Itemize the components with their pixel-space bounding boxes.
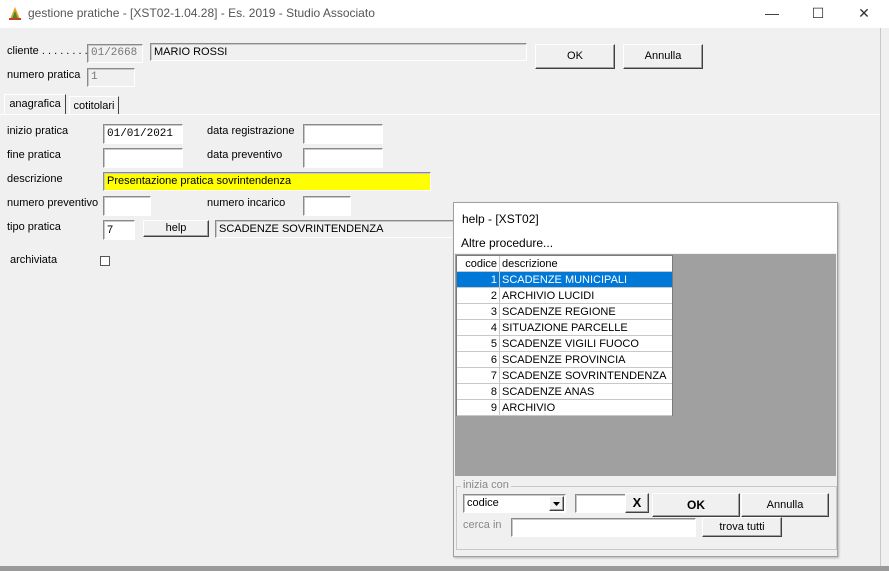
- tab-cotitolari[interactable]: cotitolari: [69, 96, 119, 114]
- title-bar: gestione pratiche - [XST02-1.04.28] - Es…: [0, 0, 889, 28]
- table-row[interactable]: 4 SITUAZIONE PARCELLE: [457, 319, 672, 336]
- help-button[interactable]: help: [143, 220, 209, 237]
- table-row[interactable]: 3 SCADENZE REGIONE: [457, 303, 672, 320]
- data-preventivo-field[interactable]: [303, 148, 383, 168]
- descrizione-field[interactable]: Presentazione pratica sovrintendenza: [103, 172, 431, 191]
- table-row[interactable]: 2 ARCHIVIO LUCIDI: [457, 287, 672, 304]
- dialog-ok-button[interactable]: OK: [652, 493, 740, 517]
- cell-descrizione[interactable]: SCADENZE PROVINCIA: [499, 351, 672, 368]
- cell-descrizione[interactable]: ARCHIVIO: [499, 399, 672, 416]
- cell-codice[interactable]: 4: [457, 319, 500, 336]
- search-input[interactable]: [575, 494, 627, 513]
- cerca-in-label: cerca in: [463, 519, 502, 531]
- window-title: gestione pratiche - [XST02-1.04.28] - Es…: [28, 6, 375, 20]
- app-icon: [9, 7, 21, 20]
- column-header-codice[interactable]: codice: [457, 256, 500, 272]
- tipo-pratica-label: tipo pratica: [7, 221, 61, 233]
- select-dropdown-button[interactable]: [549, 496, 564, 511]
- cell-codice[interactable]: 9: [457, 399, 500, 416]
- numero-incarico-label: numero incarico: [207, 197, 286, 209]
- table-row[interactable]: 9 ARCHIVIO: [457, 399, 672, 416]
- cell-descrizione[interactable]: SCADENZE REGIONE: [499, 303, 672, 320]
- cell-descrizione[interactable]: SCADENZE ANAS: [499, 383, 672, 400]
- cell-descrizione[interactable]: ARCHIVIO LUCIDI: [499, 287, 672, 304]
- numero-preventivo-field[interactable]: [103, 196, 151, 216]
- tipo-pratica-field[interactable]: 7: [103, 220, 135, 240]
- ok-button[interactable]: OK: [535, 44, 615, 69]
- help-dialog-subtitle: Altre procedure...: [461, 236, 554, 250]
- inizia-con-label: inizia con: [461, 479, 511, 491]
- numero-incarico-field[interactable]: [303, 196, 351, 216]
- numero-preventivo-label: numero preventivo: [7, 197, 99, 209]
- help-dialog-header: help - [XST02] Altre procedure...: [454, 203, 837, 253]
- table-row[interactable]: 6 SCADENZE PROVINCIA: [457, 351, 672, 368]
- cell-codice[interactable]: 6: [457, 351, 500, 368]
- inizio-pratica-field[interactable]: 01/01/2021: [103, 124, 183, 144]
- window-bottom-edge: [0, 566, 889, 571]
- table-header-row: codice descrizione: [457, 256, 672, 272]
- numero-pratica-label: numero pratica: [7, 69, 81, 81]
- close-icon: ✕: [858, 5, 870, 21]
- cliente-label: cliente . . . . . . . .: [7, 45, 88, 57]
- fine-pratica-field[interactable]: [103, 148, 183, 168]
- search-field-select[interactable]: codice: [463, 494, 566, 513]
- data-registrazione-field[interactable]: [303, 124, 383, 144]
- tab-anagrafica[interactable]: anagrafica: [4, 94, 66, 114]
- numero-pratica-field[interactable]: 1: [87, 68, 135, 87]
- help-dialog: help - [XST02] Altre procedure... codice…: [453, 202, 838, 557]
- inizio-pratica-label: inizio pratica: [7, 125, 69, 137]
- cell-descrizione[interactable]: SCADENZE SOVRINTENDENZA: [499, 367, 672, 384]
- cell-descrizione[interactable]: SITUAZIONE PARCELLE: [499, 319, 672, 336]
- maximize-button[interactable]: ☐: [795, 0, 841, 28]
- dialog-annulla-button[interactable]: Annulla: [741, 493, 829, 517]
- table-row[interactable]: 8 SCADENZE ANAS: [457, 383, 672, 400]
- trova-tutti-button[interactable]: trova tutti: [702, 517, 782, 537]
- cerca-in-input[interactable]: [511, 518, 696, 537]
- table-row[interactable]: 7 SCADENZE SOVRINTENDENZA: [457, 367, 672, 384]
- tab-divider: [0, 114, 880, 115]
- minimize-icon: —: [765, 5, 779, 21]
- close-button[interactable]: ✕: [841, 0, 887, 28]
- data-registrazione-label: data registrazione: [207, 125, 295, 137]
- maximize-icon: ☐: [811, 5, 825, 21]
- annulla-button[interactable]: Annulla: [623, 44, 703, 69]
- clear-icon: X: [632, 495, 642, 510]
- window-right-edge: [880, 28, 889, 571]
- clear-button[interactable]: X: [625, 493, 649, 513]
- help-dialog-title: help - [XST02]: [462, 212, 539, 226]
- cliente-name-field[interactable]: MARIO ROSSI: [150, 43, 527, 61]
- table-row[interactable]: 1 SCADENZE MUNICIPALI: [457, 271, 672, 288]
- descrizione-label: descrizione: [7, 173, 63, 185]
- fine-pratica-label: fine pratica: [7, 149, 61, 161]
- table-row[interactable]: 5 SCADENZE VIGILI FUOCO: [457, 335, 672, 352]
- search-field-select-value: codice: [467, 497, 499, 509]
- minimize-button[interactable]: —: [749, 0, 795, 28]
- cell-codice[interactable]: 1: [457, 271, 500, 288]
- cell-descrizione[interactable]: SCADENZE MUNICIPALI: [499, 271, 672, 288]
- column-header-descrizione[interactable]: descrizione: [499, 256, 672, 272]
- data-preventivo-label: data preventivo: [207, 149, 283, 161]
- cell-codice[interactable]: 2: [457, 287, 500, 304]
- cell-descrizione[interactable]: SCADENZE VIGILI FUOCO: [499, 335, 672, 352]
- cell-codice[interactable]: 7: [457, 367, 500, 384]
- chevron-down-icon: [553, 502, 560, 506]
- cell-codice[interactable]: 5: [457, 335, 500, 352]
- archiviata-checkbox[interactable]: [100, 256, 110, 266]
- cliente-code-field[interactable]: 01/2668: [87, 44, 143, 63]
- tipo-pratica-desc-field: SCADENZE SOVRINTENDENZA: [215, 220, 455, 238]
- cell-codice[interactable]: 8: [457, 383, 500, 400]
- cell-codice[interactable]: 3: [457, 303, 500, 320]
- archiviata-label: archiviata: [10, 254, 58, 266]
- procedure-table[interactable]: codice descrizione 1 SCADENZE MUNICIPALI 2…: [456, 255, 673, 416]
